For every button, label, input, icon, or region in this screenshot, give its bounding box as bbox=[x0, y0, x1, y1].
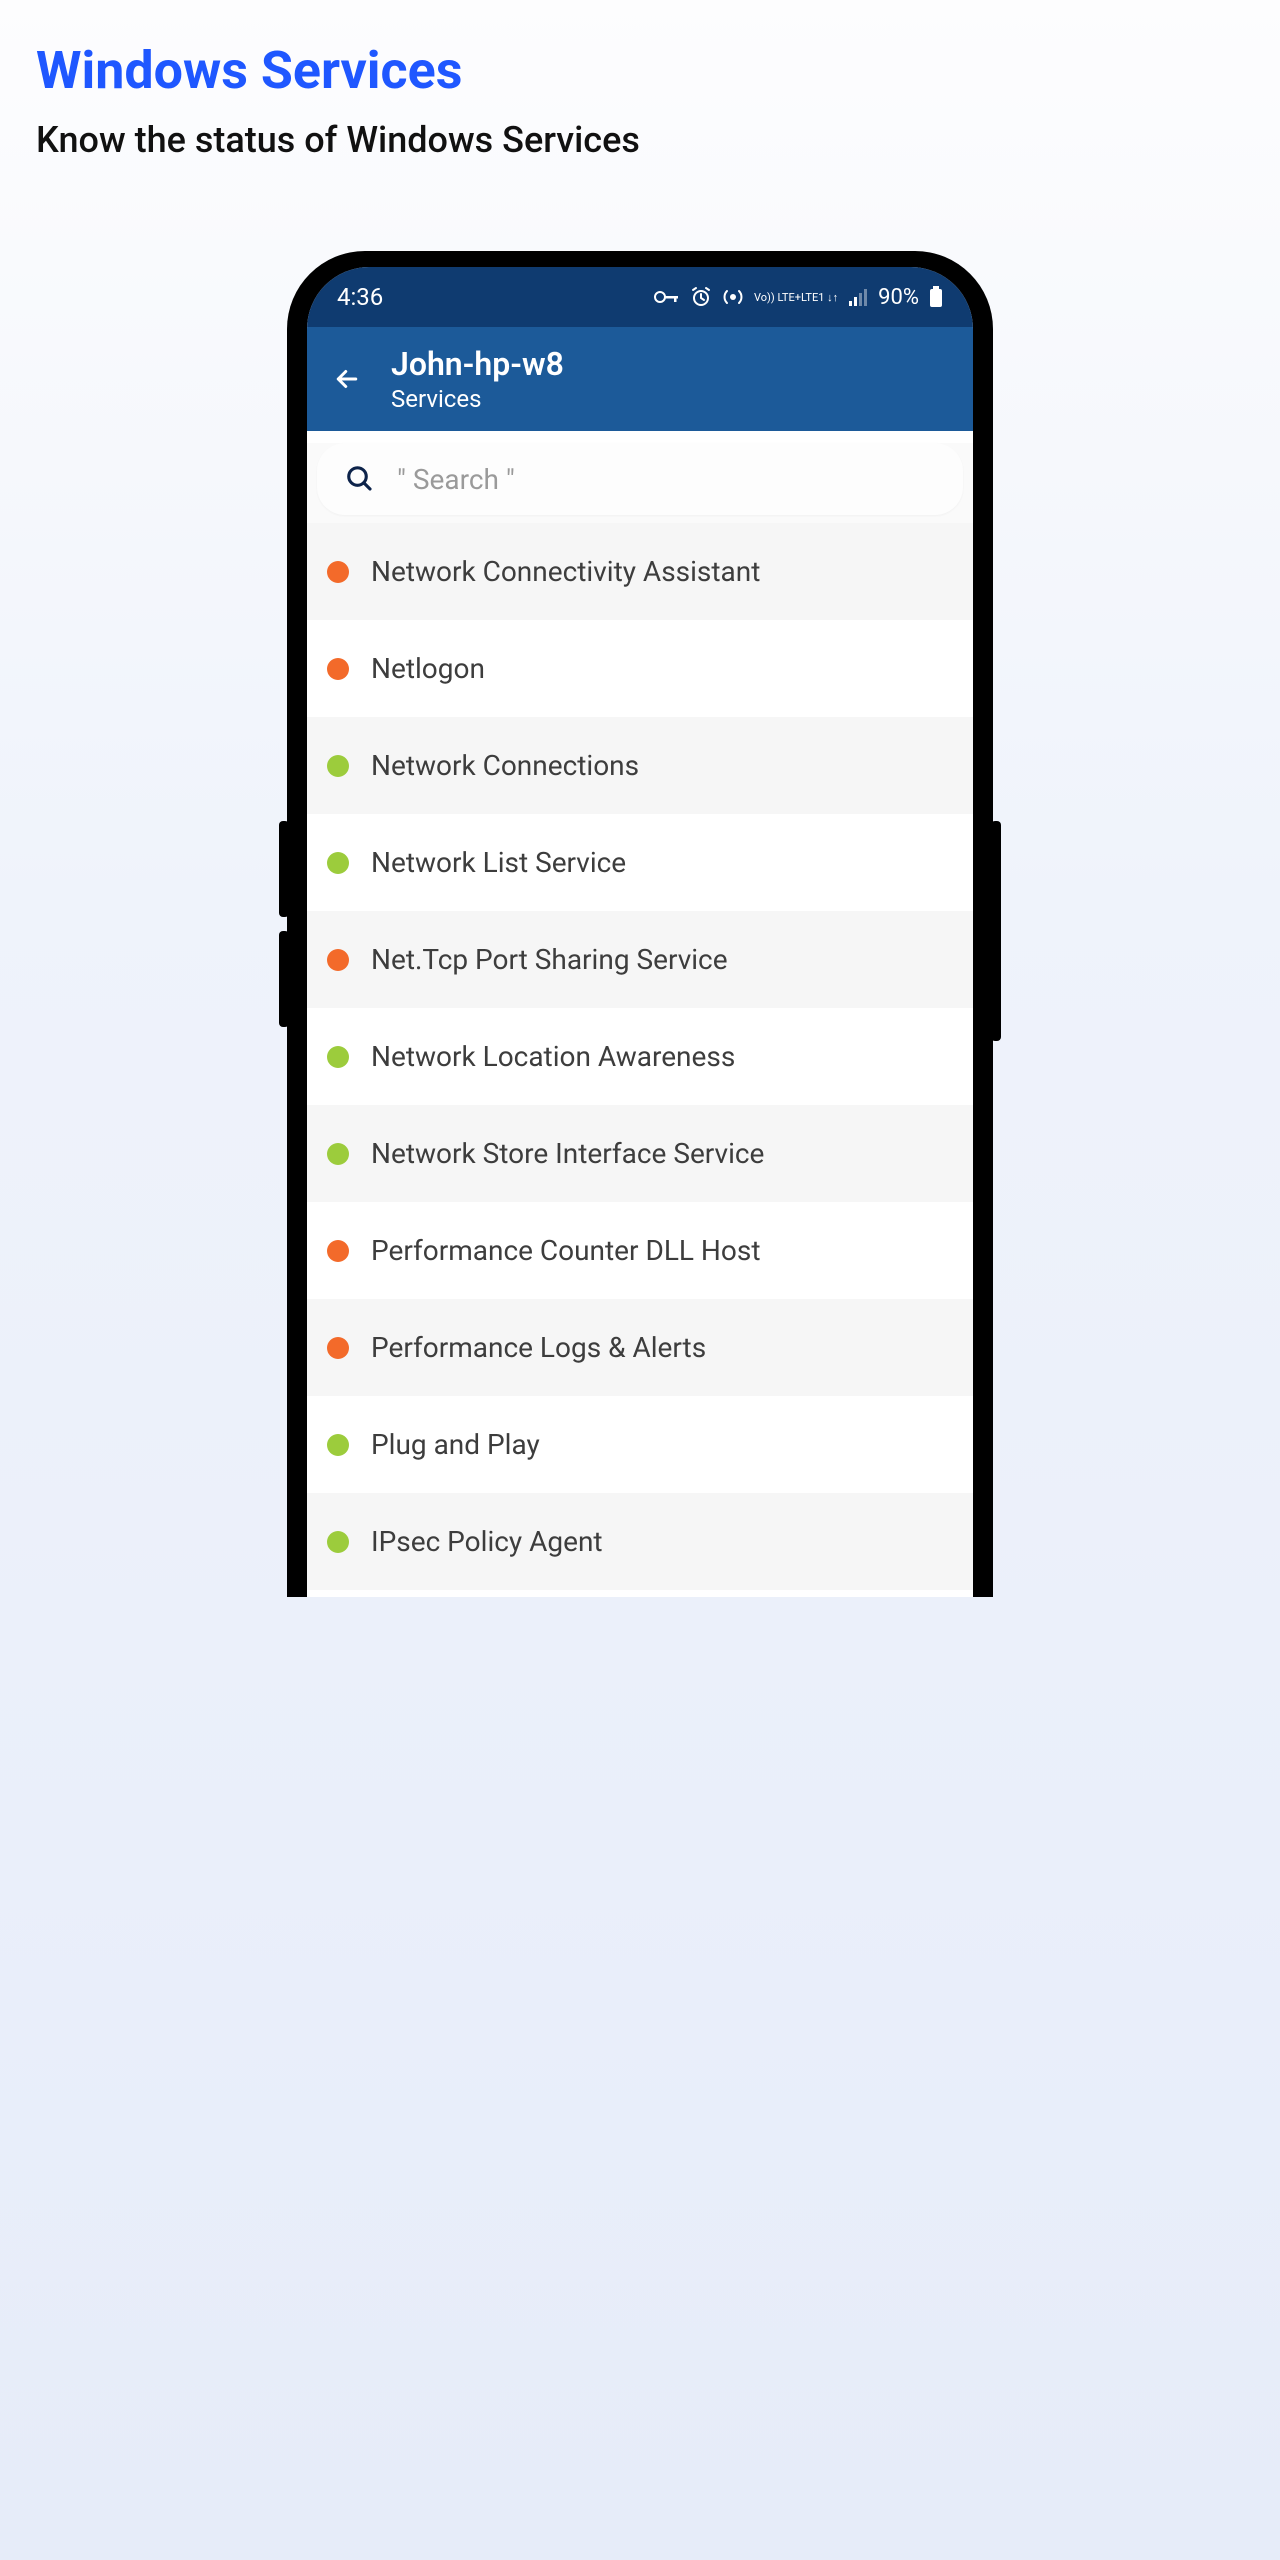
status-dot bbox=[327, 1046, 349, 1068]
service-row[interactable]: Performance Counter DLL Host bbox=[307, 1202, 973, 1299]
service-name: Performance Counter DLL Host bbox=[371, 1234, 760, 1267]
service-row[interactable]: Network List Service bbox=[307, 814, 973, 911]
service-name: Network Location Awareness bbox=[371, 1040, 735, 1073]
status-dot bbox=[327, 949, 349, 971]
status-dot bbox=[327, 1531, 349, 1553]
battery-percent: 90% bbox=[878, 285, 919, 310]
service-name: Network Connectivity Assistant bbox=[371, 555, 760, 588]
back-button[interactable] bbox=[331, 363, 363, 395]
status-dot bbox=[327, 852, 349, 874]
appbar-subtitle: Services bbox=[391, 385, 564, 413]
status-dot bbox=[327, 1240, 349, 1262]
battery-icon bbox=[929, 286, 943, 308]
status-dot bbox=[327, 1337, 349, 1359]
service-row[interactable]: Network Store Interface Service bbox=[307, 1105, 973, 1202]
alarm-icon bbox=[690, 286, 712, 308]
service-name: Net.Tcp Port Sharing Service bbox=[371, 943, 728, 976]
lte-indicator: Vo)) LTE+ LTE1 ↓↑ bbox=[754, 292, 838, 303]
status-dot bbox=[327, 658, 349, 680]
service-name: Network Store Interface Service bbox=[371, 1137, 764, 1170]
service-name: Network List Service bbox=[371, 846, 626, 879]
service-row[interactable]: Network Connections bbox=[307, 717, 973, 814]
service-name: Network Connections bbox=[371, 749, 639, 782]
service-name: Plug and Play bbox=[371, 1428, 540, 1461]
phone-screen: 4:36 Vo)) LTE+ LTE1 ↓↑ bbox=[307, 267, 973, 1597]
service-row[interactable]: Plug and Play bbox=[307, 1396, 973, 1493]
service-row[interactable]: Netlogon bbox=[307, 620, 973, 717]
app-bar: John-hp-w8 Services bbox=[307, 327, 973, 431]
status-dot bbox=[327, 755, 349, 777]
service-name: Performance Logs & Alerts bbox=[371, 1331, 706, 1364]
appbar-title: John-hp-w8 bbox=[391, 345, 564, 383]
service-row[interactable]: Network Connectivity Assistant bbox=[307, 523, 973, 620]
status-bar: 4:36 Vo)) LTE+ LTE1 ↓↑ bbox=[307, 267, 973, 327]
hotspot-icon bbox=[722, 286, 744, 308]
service-row[interactable]: Network Location Awareness bbox=[307, 1008, 973, 1105]
status-dot bbox=[327, 1434, 349, 1456]
arrow-left-icon bbox=[332, 364, 362, 394]
service-name: Netlogon bbox=[371, 652, 485, 685]
status-dot bbox=[327, 1143, 349, 1165]
page-subtitle: Know the status of Windows Services bbox=[36, 119, 1244, 161]
status-dot bbox=[327, 561, 349, 583]
vpn-key-icon bbox=[654, 288, 680, 306]
search-icon bbox=[345, 464, 375, 494]
service-row[interactable]: Net.Tcp Port Sharing Service bbox=[307, 911, 973, 1008]
service-row[interactable]: Performance Logs & Alerts bbox=[307, 1299, 973, 1396]
phone-frame: 4:36 Vo)) LTE+ LTE1 ↓↑ bbox=[287, 251, 993, 1597]
search-input[interactable] bbox=[397, 463, 935, 496]
page-title: Windows Services bbox=[36, 40, 1244, 101]
signal-icon bbox=[848, 288, 868, 306]
search-bar[interactable] bbox=[317, 443, 963, 515]
service-name: IPsec Policy Agent bbox=[371, 1525, 603, 1558]
status-time: 4:36 bbox=[337, 283, 383, 311]
service-row[interactable]: IPsec Policy Agent bbox=[307, 1493, 973, 1590]
services-list: Network Connectivity Assistant Netlogon Ne… bbox=[307, 523, 973, 1590]
